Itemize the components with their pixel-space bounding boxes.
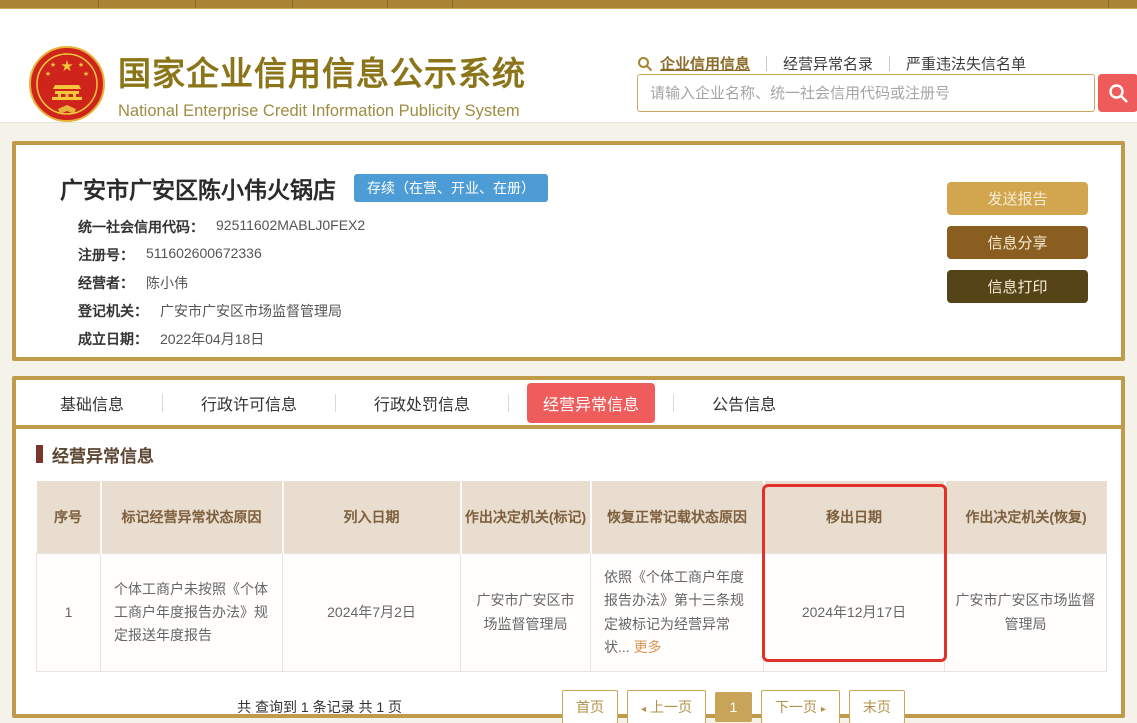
field-value: 广安市广安区市场监督管理局: [160, 301, 342, 321]
tab-announcement[interactable]: 公告信息: [692, 383, 796, 423]
nav-divider: [766, 56, 767, 71]
site-header: ★ ★ ★ ★ ★ 国家企业信用信息公示系统 National Enterpri…: [0, 9, 1137, 123]
info-row-registration-authority: 登记机关： 广安市广安区市场监督管理局: [78, 301, 1121, 321]
field-value: 511602600672336: [146, 245, 262, 265]
search-button[interactable]: [1098, 74, 1137, 112]
nav-link-serious-violation[interactable]: 严重违法失信名单: [906, 53, 1026, 74]
field-label: 经营者：: [78, 273, 134, 293]
company-name: 广安市广安区陈小伟火锅店: [60, 171, 336, 205]
search-icon: [637, 56, 653, 72]
table-header-row: 序号 标记经营异常状态原因 列入日期 作出决定机关(标记) 恢复正常记载状态原因…: [37, 481, 1107, 554]
col-header-mark-reason: 标记经营异常状态原因: [101, 481, 283, 554]
prev-page-button[interactable]: ◂ 上一页: [627, 690, 706, 723]
cell-recover-reason: 依照《个体工商户年度报告办法》第十三条规定被标记为经营异常状... 更多: [591, 554, 764, 672]
table-row: 1 个体工商户未按照《个体工商户年度报告办法》规定报送年度报告 2024年7月2…: [37, 554, 1107, 672]
field-value: 2022年04月18日: [160, 329, 264, 349]
tab-divider: [673, 394, 674, 412]
next-arrow-icon: ▸: [821, 704, 826, 715]
col-header-mark-authority: 作出决定机关(标记): [461, 481, 591, 554]
info-row-establish-date: 成立日期： 2022年04月18日: [78, 329, 1121, 349]
search-input[interactable]: [637, 74, 1095, 112]
col-header-recover-reason: 恢复正常记载状态原因: [591, 481, 764, 554]
field-label: 登记机关：: [78, 301, 148, 321]
field-label: 统一社会信用代码：: [78, 217, 204, 237]
svg-text:★: ★: [78, 61, 84, 69]
svg-text:★: ★: [45, 70, 51, 78]
field-label: 注册号：: [78, 245, 134, 265]
tab-divider: [162, 394, 163, 412]
print-info-button[interactable]: 信息打印: [947, 270, 1088, 303]
search-icon-white: [1108, 83, 1129, 104]
send-report-button[interactable]: 发送报告: [947, 182, 1088, 215]
cell-mark-authority: 广安市广安区市场监督管理局: [461, 554, 591, 672]
cell-recover-authority: 广安市广安区市场监督管理局: [945, 554, 1107, 672]
tab-divider: [508, 394, 509, 412]
next-page-button[interactable]: 下一页 ▸: [761, 690, 840, 723]
field-label: 成立日期：: [78, 329, 148, 349]
nav-link-enterprise-credit[interactable]: 企业信用信息: [660, 53, 750, 74]
share-info-button[interactable]: 信息分享: [947, 226, 1088, 259]
svg-text:★: ★: [50, 61, 56, 69]
col-header-recover-authority: 作出决定机关(恢复): [945, 481, 1107, 554]
tab-abnormal-operation[interactable]: 经营异常信息: [527, 383, 655, 423]
record-count-text: 共 查询到 1 条记录 共 1 页: [237, 697, 402, 717]
col-header-remove-date: 移出日期: [764, 481, 945, 554]
col-header-list-date: 列入日期: [283, 481, 461, 554]
last-page-button[interactable]: 末页: [849, 690, 905, 723]
cell-no: 1: [37, 554, 101, 672]
site-title: 国家企业信用信息公示系统: [118, 47, 526, 95]
more-link[interactable]: 更多: [634, 639, 662, 655]
cell-mark-reason: 个体工商户未按照《个体工商户年度报告办法》规定报送年度报告: [101, 554, 283, 672]
first-page-button[interactable]: 首页: [562, 690, 618, 723]
current-page-button[interactable]: 1: [715, 692, 752, 722]
abnormal-info-table: 序号 标记经营异常状态原因 列入日期 作出决定机关(标记) 恢复正常记载状态原因…: [36, 481, 1106, 672]
tab-admin-license[interactable]: 行政许可信息: [181, 383, 317, 423]
pagination: 共 查询到 1 条记录 共 1 页 首页 ◂ 上一页 1 下一页 ▸ 末页: [36, 690, 1106, 723]
svg-text:★: ★: [60, 58, 73, 75]
status-badge: 存续（在营、开业、在册）: [354, 174, 548, 202]
top-gold-bar: [0, 0, 1137, 9]
header-nav: 企业信用信息 经营异常名录 严重违法失信名单: [637, 53, 1026, 74]
section-marker: [36, 445, 43, 463]
svg-text:★: ★: [83, 70, 89, 78]
prev-arrow-icon: ◂: [641, 704, 646, 715]
nav-link-abnormal-list[interactable]: 经营异常名录: [783, 53, 873, 74]
cell-list-date: 2024年7月2日: [283, 554, 461, 672]
nav-divider: [889, 56, 890, 71]
tab-divider: [335, 394, 336, 412]
field-value: 92511602MABLJ0FEX2: [216, 217, 365, 237]
tab-admin-penalty[interactable]: 行政处罚信息: [354, 383, 490, 423]
detail-panel: 基础信息 行政许可信息 行政处罚信息 经营异常信息 公告信息 经营异常信息: [12, 376, 1125, 718]
field-value: 陈小伟: [146, 273, 188, 293]
cell-remove-date: 2024年12月17日: [764, 554, 945, 672]
tab-bar: 基础信息 行政许可信息 行政处罚信息 经营异常信息 公告信息: [16, 380, 1121, 429]
section-title: 经营异常信息: [36, 443, 1106, 465]
site-subtitle: National Enterprise Credit Information P…: [118, 102, 526, 121]
col-header-no: 序号: [37, 481, 101, 554]
national-emblem-logo: ★ ★ ★ ★ ★: [28, 45, 106, 123]
tab-basic-info[interactable]: 基础信息: [40, 383, 144, 423]
company-summary-panel: 广安市广安区陈小伟火锅店 存续（在营、开业、在册） 统一社会信用代码： 9251…: [12, 141, 1125, 361]
